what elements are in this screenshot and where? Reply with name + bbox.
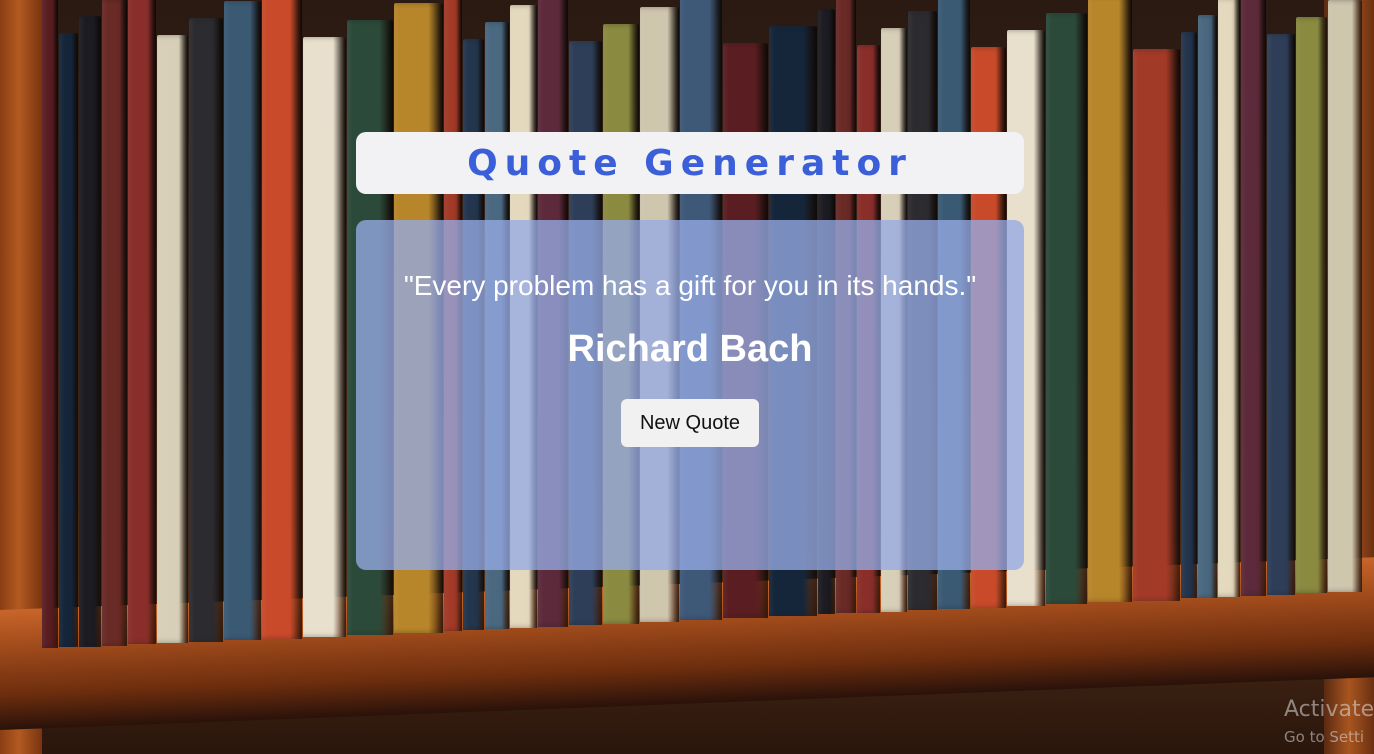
book-spine: [1046, 13, 1087, 605]
book-spine: [224, 1, 261, 641]
book-spine: [1296, 17, 1327, 594]
watermark-line-1: Activate: [1284, 697, 1374, 722]
header-box: Quote Generator: [356, 132, 1024, 194]
book-spine: [128, 0, 156, 645]
page-title: Quote Generator: [467, 142, 913, 184]
book-spine: [79, 16, 101, 647]
watermark-line-2: Go to Setti: [1284, 728, 1365, 746]
book-spine: [1241, 0, 1266, 596]
quote-text: "Every problem has a gift for you in its…: [403, 270, 977, 301]
book-spine: [1133, 49, 1180, 601]
book-spine: [59, 33, 78, 648]
book-spine: [157, 35, 188, 644]
book-spine: [303, 37, 346, 637]
quote-card: "Every problem has a gift for you in its…: [356, 220, 1024, 570]
activation-watermark: Activate Go to Setti: [1284, 697, 1374, 746]
book-spine: [1328, 0, 1362, 592]
book-spine: [42, 0, 58, 649]
book-spine: [1198, 15, 1217, 598]
book-spine: [1267, 34, 1295, 595]
book-spine: [189, 18, 223, 642]
book-spine: [102, 0, 127, 646]
new-quote-button[interactable]: New Quote: [621, 399, 759, 447]
book-spine: [262, 0, 302, 639]
book-spine: [1218, 0, 1240, 597]
book-spine: [1181, 32, 1197, 599]
book-spine: [1088, 0, 1132, 603]
quote-author: Richard Bach: [567, 328, 813, 370]
